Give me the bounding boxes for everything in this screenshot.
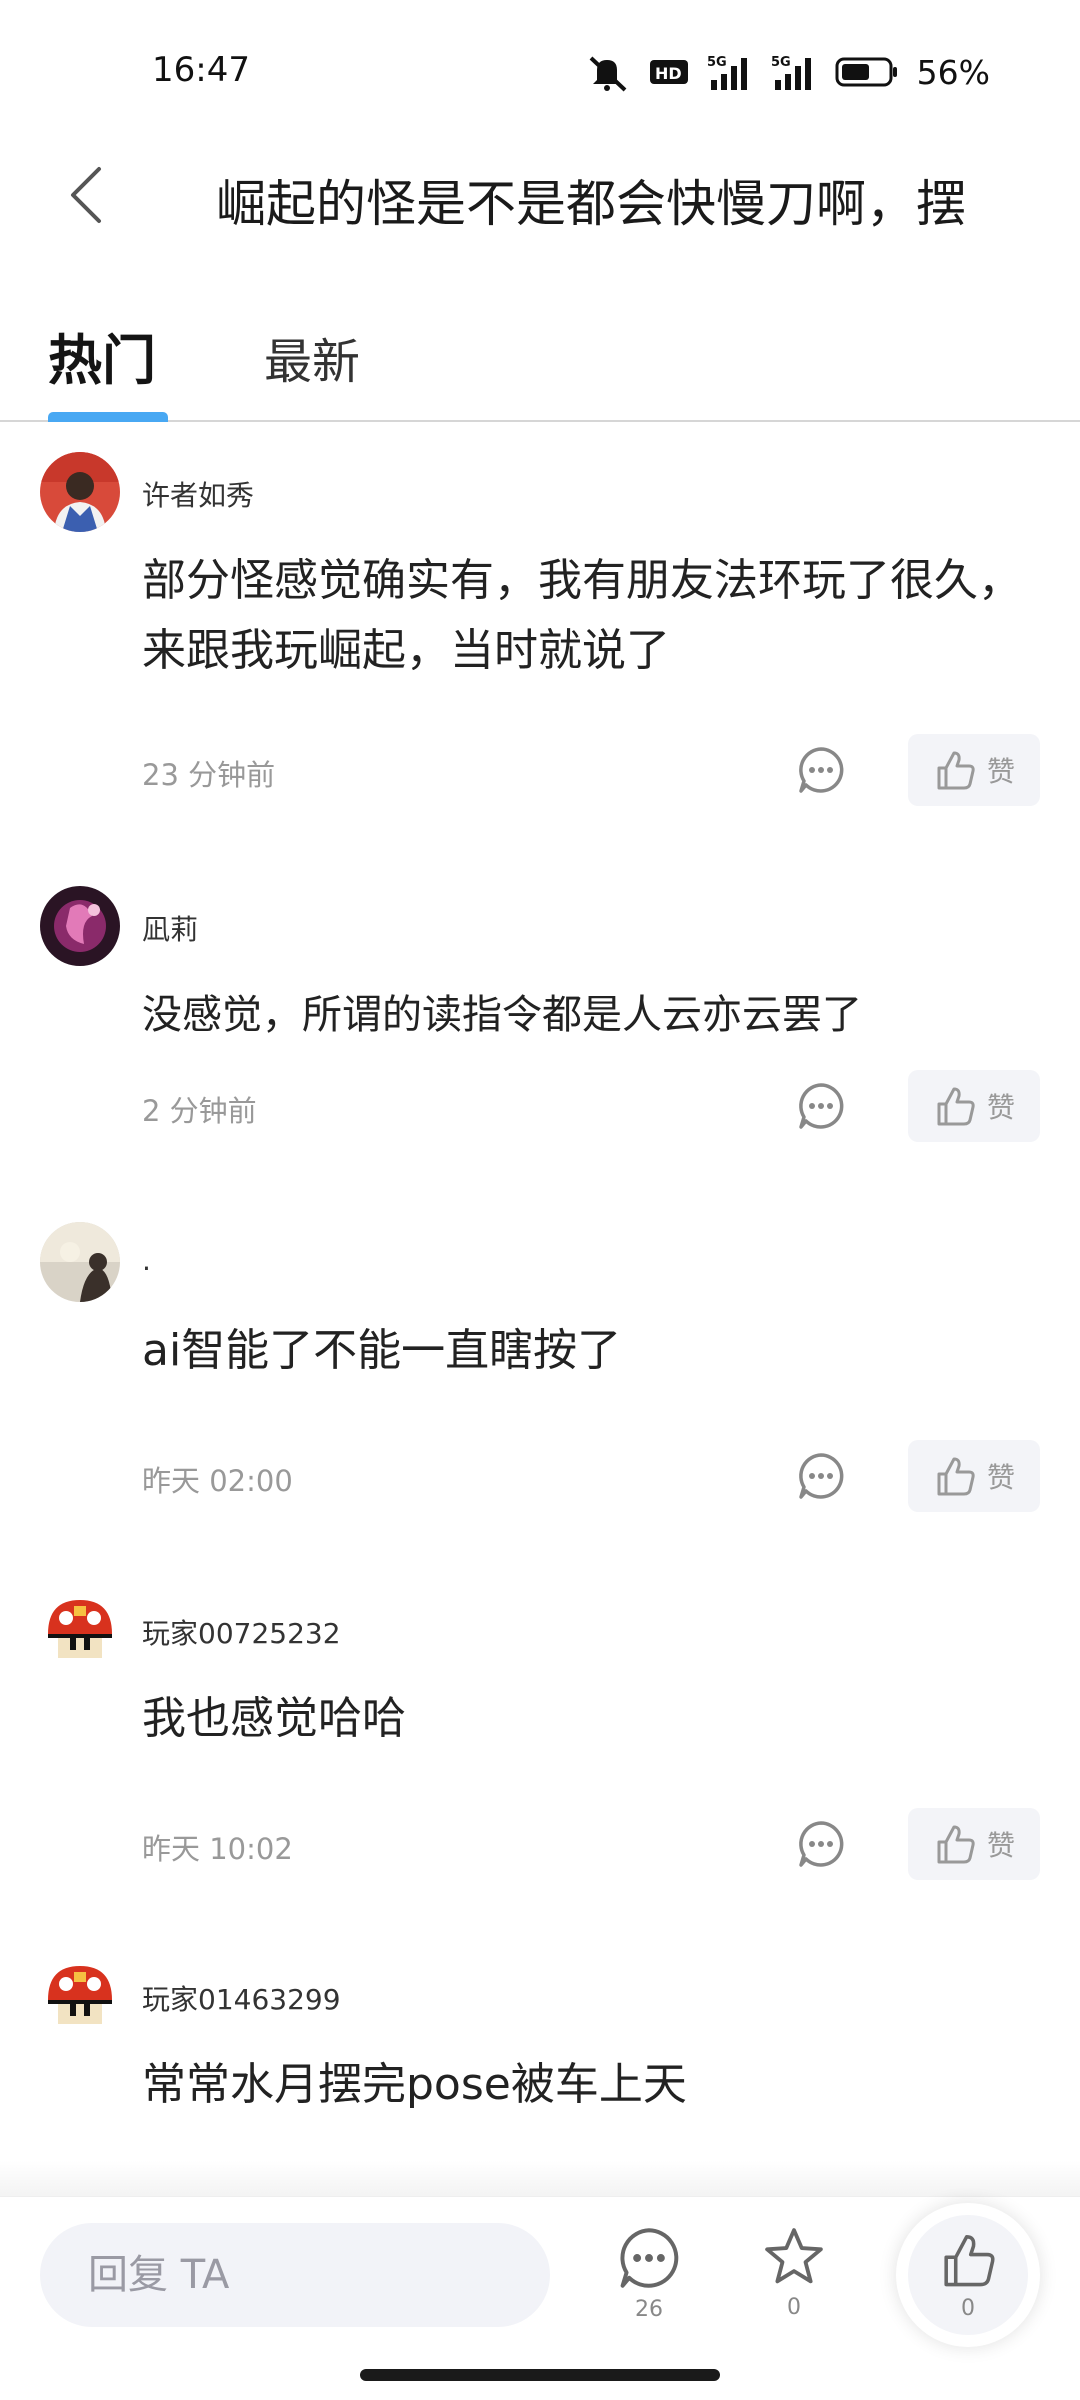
- avatar[interactable]: [40, 452, 120, 532]
- reply-button[interactable]: [796, 1081, 846, 1131]
- favorite-button[interactable]: 0: [762, 2225, 826, 2320]
- avatar[interactable]: [40, 1590, 120, 1670]
- header: 崛起的怪是不是都会快慢刀啊，摆: [0, 140, 1080, 250]
- avatar[interactable]: [40, 886, 120, 966]
- signal-5g-icon: 5G: [771, 55, 811, 90]
- username[interactable]: 玩家01463299: [142, 1978, 341, 2018]
- comment-text: 我也感觉哈哈: [142, 1693, 406, 1744]
- comment-time: 23 分钟前: [142, 758, 276, 792]
- thumbs-up-icon: [937, 1825, 975, 1864]
- home-indicator[interactable]: [360, 2369, 720, 2381]
- username[interactable]: 玩家00725232: [142, 1612, 341, 1652]
- hd-icon: HD: [649, 60, 688, 84]
- status-icons: HD 5G 5G 56%: [583, 50, 990, 94]
- like-button[interactable]: 赞: [908, 1070, 1040, 1142]
- username[interactable]: 许者如秀: [142, 474, 254, 514]
- comment-text: 没感觉，所谓的读指令都是人云亦云罢了: [142, 992, 862, 1038]
- chevron-left-icon: [71, 167, 101, 223]
- comment-bubble-icon: [799, 747, 844, 793]
- comment-item: 凪莉 没感觉，所谓的读指令都是人云亦云罢了 2 分钟前 赞: [0, 886, 1080, 1146]
- comment-bubble-icon: [799, 1821, 844, 1867]
- username[interactable]: 凪莉: [142, 908, 198, 948]
- svg-text:HD: HD: [655, 64, 682, 83]
- comment-time: 昨天 10:02: [142, 1832, 293, 1866]
- mute-icon: [589, 56, 627, 92]
- favorite-count: 0: [787, 2295, 801, 2320]
- signal-5g-icon: 5G: [707, 55, 747, 90]
- tab-active-indicator: [48, 412, 168, 422]
- like-post-button[interactable]: 0: [896, 2203, 1040, 2347]
- thumbs-up-icon: [937, 1457, 975, 1496]
- comment-text: 常常水月摆完pose被车上天: [142, 2059, 687, 2110]
- reply-button[interactable]: [796, 1819, 846, 1869]
- back-button[interactable]: [52, 160, 122, 230]
- reply-button[interactable]: [796, 745, 846, 795]
- comments-button[interactable]: 26: [616, 2225, 682, 2322]
- like-label: 赞: [986, 755, 1015, 788]
- like-label: 赞: [986, 1461, 1015, 1494]
- comment-count: 26: [635, 2297, 663, 2322]
- star-icon: [765, 2228, 823, 2284]
- svg-text:5G: 5G: [771, 55, 791, 70]
- reply-input[interactable]: [40, 2223, 550, 2327]
- avatar[interactable]: [40, 1956, 120, 2036]
- reply-button[interactable]: [796, 1451, 846, 1501]
- thumbs-up-icon: [937, 751, 975, 790]
- like-label: 赞: [986, 1091, 1015, 1124]
- comment-text: ai智能了不能一直瞎按了: [142, 1325, 622, 1376]
- tab-bar: 热门 最新: [0, 290, 1080, 422]
- like-button[interactable]: 赞: [908, 1440, 1040, 1512]
- thumbs-up-icon: [944, 2234, 995, 2286]
- comment-time: 昨天 02:00: [142, 1464, 293, 1498]
- comment-item: 许者如秀 部分怪感觉确实有，我有朋友法环玩了很久，来跟我玩崛起，当时就说了 23…: [0, 452, 1080, 806]
- comment-text: 部分怪感觉确实有，我有朋友法环玩了很久，来跟我玩崛起，当时就说了: [142, 555, 1022, 676]
- comment-bubble-icon: [799, 1083, 844, 1129]
- bottom-bar-shadow: [0, 2160, 1080, 2200]
- comment-bubble-icon: [799, 1453, 844, 1499]
- comment-time: 2 分钟前: [142, 1094, 257, 1128]
- status-bar: 16:47 HD 5G 5G 56%: [0, 0, 1080, 140]
- like-button[interactable]: 赞: [908, 734, 1040, 806]
- like-button[interactable]: 赞: [908, 1808, 1040, 1880]
- thumbs-up-icon: [937, 1087, 975, 1126]
- battery-percent: 56%: [916, 52, 990, 92]
- battery-icon: [835, 57, 897, 87]
- tab-hot[interactable]: 热门: [48, 316, 156, 395]
- like-post-inner: 0: [908, 2215, 1028, 2335]
- page-title: 崛起的怪是不是都会快慢刀啊，摆: [216, 175, 966, 233]
- username[interactable]: .: [142, 1244, 151, 1277]
- svg-text:5G: 5G: [707, 55, 727, 70]
- avatar[interactable]: [40, 1222, 120, 1302]
- like-label: 赞: [986, 1829, 1015, 1862]
- bottom-bar: 26 0 0: [0, 2196, 1080, 2400]
- comment-item: . ai智能了不能一直瞎按了 昨天 02:00 赞: [0, 1222, 1080, 1522]
- comment-item: 玩家00725232 我也感觉哈哈 昨天 10:02 赞: [0, 1590, 1080, 1890]
- tab-latest[interactable]: 最新: [264, 322, 360, 392]
- like-count: 0: [961, 2295, 975, 2321]
- status-time: 16:47: [152, 50, 250, 90]
- comment-bubble-icon: [620, 2228, 679, 2288]
